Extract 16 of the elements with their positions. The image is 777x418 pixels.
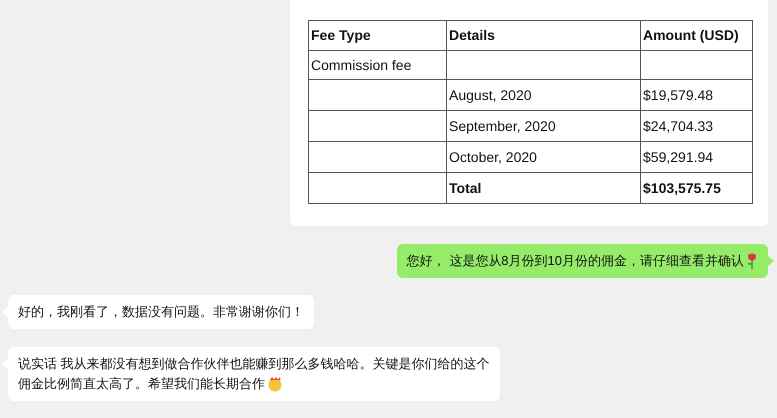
table-cell: $59,291.94 [640,142,752,172]
table-cell: September, 2020 [446,110,640,142]
message-text: 说实话 我从来都没有想到做合作伙伴也能赚到那么多钱哈哈。关键是你们给的这个 [18,355,490,373]
message-text: 好的，我刚看了，数据没有问题。非常谢谢你们！ [18,303,304,321]
column-header: Amount (USD) [640,20,752,50]
message-text: 佣金比例简直太高了。希望我们能长期合作 [18,375,265,393]
message-text: 您好， 这是您从8月份到10月份的佣金，请仔细查看并确认 [406,252,744,270]
table-cell: $19,579.48 [640,80,752,110]
column-header: Details [446,20,640,50]
table-cell: October, 2020 [446,142,640,172]
table-cell: August, 2020 [446,80,640,110]
table-cell: Total [446,172,640,204]
column-header: Fee Type [308,20,446,50]
table-cell: $103,575.75 [640,172,752,204]
table-cell: $24,704.33 [640,110,752,142]
table-cell: Commission fee [308,50,446,80]
